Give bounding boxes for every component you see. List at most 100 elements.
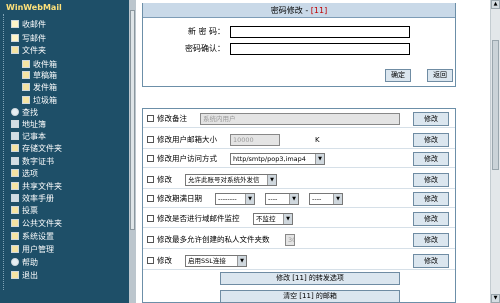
sidebar-item-0[interactable]: 收邮件 [11,19,46,30]
edit-button[interactable]: 修改 [413,133,449,147]
option-select[interactable]: 启用SSL连接 ▼ [185,255,247,267]
option-checkbox[interactable] [147,176,154,183]
chevron-down-icon: ▼ [289,194,298,204]
sidebar-item-6[interactable]: 垃圾箱 [22,95,57,106]
page-scroll-thumb[interactable] [492,40,499,170]
edit-button[interactable]: 修改 [413,112,449,126]
option-checkbox[interactable] [147,115,154,122]
option-row-6: 修改最多允许创建的私人文件夹数 30 修改 [143,231,455,249]
sidebar-item-label: 写邮件 [22,34,46,43]
chevron-down-icon: ▼ [267,175,276,185]
sidebar-item-8[interactable]: 地址簿 [11,119,46,130]
password-user-num: [11] [310,6,328,15]
option-row-5: 修改是否进行域邮件监控 不监控 ▼ 修改 [143,210,455,228]
option-field[interactable]: 10000 [230,134,280,146]
sidebar-item-15[interactable]: 投票 [11,205,38,216]
sidebar-item-label: 效率手册 [22,194,54,203]
password-panel-header: 密码修改 - [11] [143,3,455,18]
option-checkbox[interactable] [147,236,154,243]
sidebar-item-10[interactable]: 存储文件夹 [11,143,62,154]
inbox-folder-icon [22,60,30,68]
confirm-password-row: 密码确认： [143,40,455,58]
date-select[interactable]: ---- ▼ [309,193,343,205]
option-select[interactable]: http/smtp/pop3,imap4 ▼ [230,153,325,165]
new-password-input[interactable] [230,26,410,38]
edit-button[interactable]: 修改 [413,212,449,226]
back-button[interactable]: 返回 [427,69,453,82]
edit-button[interactable]: 修改 [413,254,449,268]
option-label: 修改备注 [157,114,187,123]
outbox-icon [22,83,30,91]
ok-button[interactable]: 确定 [385,69,411,82]
sidebar-item-9[interactable]: 记事本 [11,131,46,142]
option-select-value: 允许此账号对系统外发信 [188,176,260,184]
sidebar-item-5[interactable]: 发件箱 [22,82,57,93]
sidebar-item-17[interactable]: 系统设置 [11,231,54,242]
sidebar-item-label: 地址簿 [22,120,46,129]
sidebar-item-3[interactable]: 收件箱 [22,59,57,70]
option-checkbox[interactable] [147,136,154,143]
confirm-password-input[interactable] [230,43,410,55]
forward-options-button[interactable]: 修改 [11] 的转发选项 [220,272,400,285]
sidebar-item-12[interactable]: 选项 [11,168,38,179]
option-label: 修改 [157,175,172,184]
sidebar-item-2[interactable]: 文件夹 [11,45,46,56]
sidebar-item-label: 帮助 [22,258,38,267]
option-checkbox[interactable] [147,155,154,162]
chevron-down-icon: ▼ [333,194,342,204]
option-checkbox[interactable] [147,257,154,264]
option-label: 修改用户邮箱大小 [157,135,217,144]
option-row-1: 修改用户邮箱大小 10000 K 修改 [143,131,455,149]
option-unit: K [315,136,320,144]
sidebar-item-11[interactable]: 数字证书 [11,156,54,167]
edit-button[interactable]: 修改 [413,152,449,166]
handbook-icon [11,194,19,202]
sidebar-scrollbar[interactable] [129,0,136,303]
sidebar-item-label: 查找 [22,108,38,117]
tree-line [3,14,5,290]
sidebar-item-4[interactable]: 草稿箱 [22,70,57,81]
sidebar-item-label: 草稿箱 [33,71,57,80]
sidebar-item-label: 存储文件夹 [22,144,62,153]
option-checkbox[interactable] [147,195,154,202]
option-select-value: 不监控 [256,215,276,223]
sidebar-item-19[interactable]: 帮助 [11,257,38,268]
option-select[interactable]: 允许此账号对系统外发信 ▼ [185,174,277,186]
sidebar-item-label: 投票 [22,206,38,215]
sidebar: WinWebMail 收邮件 写邮件 文件夹 收件箱 草稿箱 发件箱 垃圾箱 查找 地址簿 记事本… [0,0,136,303]
sidebar-item-16[interactable]: 公共文件夹 [11,218,62,229]
edit-button[interactable]: 修改 [413,173,449,187]
storage-folder-icon [11,144,19,152]
sidebar-scroll-thumb[interactable] [130,10,135,230]
sidebar-item-label: 退出 [22,271,38,280]
sidebar-item-20[interactable]: 退出 [11,270,38,281]
sidebar-item-14[interactable]: 效率手册 [11,193,54,204]
option-field[interactable]: 30 [285,234,295,246]
sidebar-item-label: 发件箱 [33,83,57,92]
scroll-down-icon[interactable]: ▼ [491,294,500,303]
sidebar-item-label: 选项 [22,169,38,178]
logout-icon [11,271,19,279]
option-select[interactable]: 不监控 ▼ [253,213,293,225]
sidebar-item-13[interactable]: 共享文件夹 [11,181,62,192]
sidebar-item-label: 垃圾箱 [33,96,57,105]
date-select[interactable]: -------- ▼ [215,193,255,205]
option-checkbox[interactable] [147,215,154,222]
option-field[interactable]: 系统内用户 [200,113,400,125]
edit-button[interactable]: 修改 [413,233,449,247]
vote-icon [11,206,19,214]
scroll-up-icon[interactable]: ▲ [491,0,500,9]
sidebar-item-1[interactable]: 写邮件 [11,33,46,44]
trash-icon [22,96,30,104]
sidebar-item-label: 数字证书 [22,157,54,166]
page-scrollbar[interactable]: ▲ ▼ [490,0,500,303]
date-select[interactable]: ---- ▼ [265,193,299,205]
confirm-password-label: 密码确认： [185,44,225,53]
sidebar-item-18[interactable]: 用户管理 [11,244,54,255]
chevron-down-icon: ▼ [237,256,246,266]
clear-mailbox-button[interactable]: 清空 [11] 的邮箱 [220,290,400,303]
sidebar-item-7[interactable]: 查找 [11,107,38,118]
edit-button[interactable]: 修改 [413,192,449,206]
option-label: 修改 [157,256,172,265]
options-icon [11,169,19,177]
